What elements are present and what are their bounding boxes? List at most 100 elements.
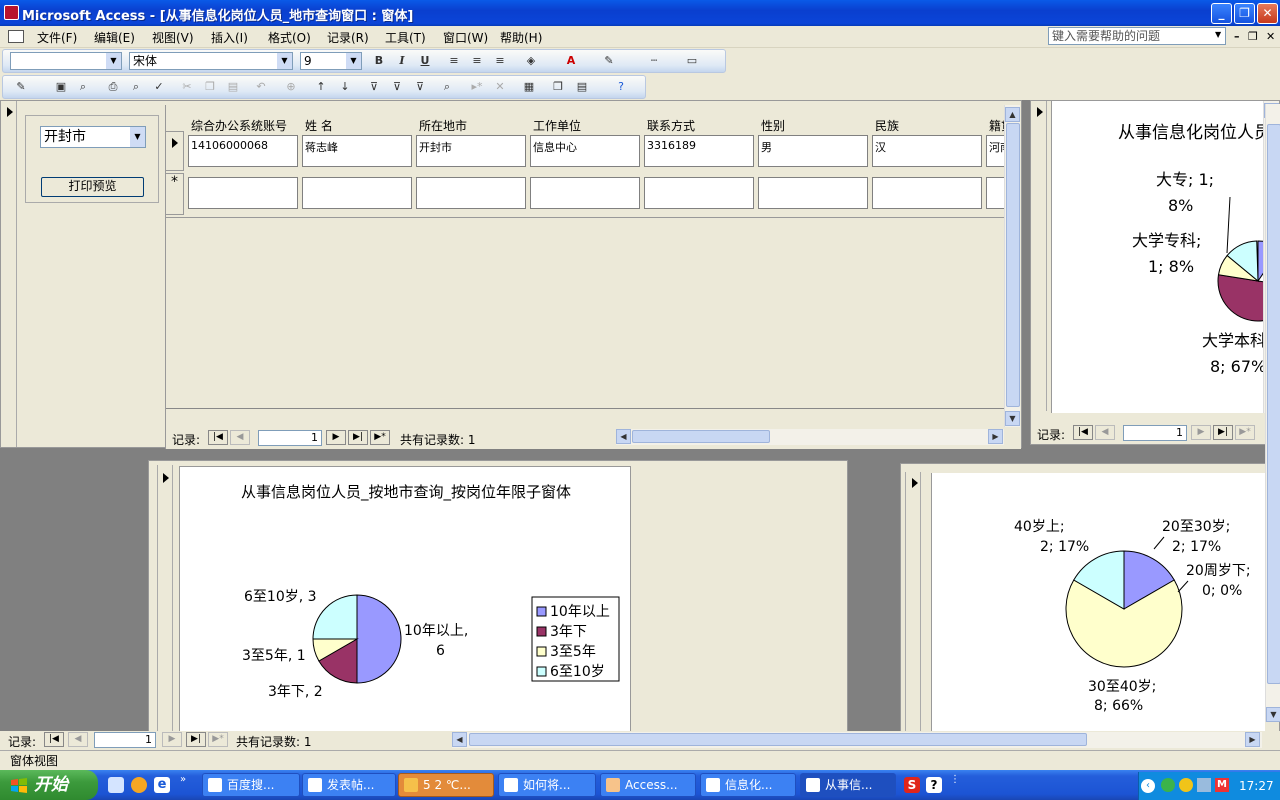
search-file-icon[interactable]: ⌕ [74, 78, 92, 96]
restore-button[interactable]: ❐ [1234, 3, 1255, 24]
align-left-icon[interactable]: ≡ [445, 52, 463, 70]
help-icon[interactable]: ? [612, 78, 630, 96]
ime-help-icon[interactable]: ? [926, 777, 942, 793]
sort-ascending-icon[interactable]: ↑ [312, 78, 330, 96]
cut-icon[interactable]: ✂ [178, 78, 196, 96]
new-row-selector[interactable]: * [166, 173, 184, 215]
sogou-ime-icon[interactable]: S [904, 777, 920, 793]
first-record-button[interactable]: |◀ [1073, 425, 1093, 440]
new-cell[interactable] [416, 177, 526, 209]
record-selector[interactable] [1031, 101, 1047, 411]
underline-button[interactable]: U [416, 52, 434, 70]
italic-button[interactable]: I [393, 52, 411, 70]
undo-icon[interactable]: ↶ [252, 78, 270, 96]
record-number-input[interactable]: 1 [1123, 425, 1187, 441]
scroll-down-icon[interactable]: ▼ [1005, 411, 1020, 426]
scroll-left-icon[interactable]: ◀ [452, 732, 467, 747]
ime-options-icon[interactable]: ⋮ [950, 774, 960, 785]
new-object-icon[interactable]: ▤ [573, 78, 591, 96]
hyperlink-icon[interactable]: ⊕ [282, 78, 300, 96]
save-icon[interactable]: ▣ [52, 78, 70, 96]
row-selector[interactable] [166, 131, 184, 171]
task-xinxihua[interactable]: 信息化... [700, 773, 796, 797]
align-right-icon[interactable]: ≡ [491, 52, 509, 70]
show-desktop-icon[interactable] [108, 777, 124, 793]
scroll-thumb[interactable] [469, 733, 1087, 746]
prev-record-button[interactable]: ◀ [68, 732, 88, 747]
form-control-icon[interactable] [8, 30, 24, 43]
mdi-restore-button[interactable]: ❐ [1248, 30, 1258, 43]
cell-unit[interactable]: 信息中心 [530, 135, 640, 167]
task-weather[interactable]: 5 2 ℃... [398, 773, 494, 797]
access-app-icon[interactable] [4, 5, 19, 20]
quicklaunch-expand-icon[interactable]: » [180, 774, 186, 785]
font-size-combo[interactable]: 9 ▼ [300, 52, 362, 70]
prev-record-button[interactable]: ◀ [230, 430, 250, 445]
cell-phone[interactable]: 3316189 [644, 135, 754, 167]
spelling-icon[interactable]: ✓ [150, 78, 168, 96]
scroll-up-icon[interactable]: ▲ [1005, 107, 1020, 122]
city-combo[interactable]: 开封市 ▼ [40, 126, 146, 148]
align-center-icon[interactable]: ≡ [468, 52, 486, 70]
last-record-button[interactable]: ▶| [186, 732, 206, 747]
cell-hometown[interactable]: 河南 [986, 135, 1006, 167]
tray-expand-icon[interactable]: ‹ [1141, 779, 1155, 793]
minimize-button[interactable]: _ [1211, 3, 1232, 24]
new-cell[interactable] [872, 177, 982, 209]
media-player-icon[interactable] [131, 777, 147, 793]
volume-icon[interactable] [1197, 778, 1211, 792]
help-dropdown-icon[interactable]: ▼ [1215, 30, 1221, 39]
right-vertical-scrollbar[interactable]: ▼ [1265, 104, 1280, 722]
bottom-horizontal-scrollbar[interactable]: ◀ ▶ [452, 732, 1262, 748]
filter-by-form-icon[interactable]: ⊽ [388, 78, 406, 96]
menu-insert[interactable]: 插入(I) [211, 29, 248, 46]
mdi-close-button[interactable]: ✕ [1266, 30, 1275, 43]
filter-by-selection-icon[interactable]: ⊽ [365, 78, 383, 96]
grid-horizontal-scrollbar[interactable]: ◀ ▶ [616, 429, 1004, 445]
paste-icon[interactable]: ▤ [224, 78, 242, 96]
new-record-button[interactable]: ▶* [1235, 425, 1255, 440]
last-record-button[interactable]: ▶| [348, 430, 368, 445]
record-number-input[interactable]: 1 [94, 732, 156, 748]
menu-edit[interactable]: 编辑(E) [94, 29, 135, 46]
font-name-combo[interactable]: 宋体 ▼ [129, 52, 293, 70]
menu-help[interactable]: 帮助(H) [500, 29, 542, 46]
font-color-icon[interactable]: A [562, 52, 580, 70]
properties-icon[interactable]: ▦ [520, 78, 538, 96]
close-button[interactable]: ✕ [1257, 3, 1278, 24]
menu-file[interactable]: 文件(F) [37, 29, 77, 46]
menu-format[interactable]: 格式(O) [268, 29, 311, 46]
fill-color-icon[interactable]: ◈ [522, 52, 540, 70]
copy-icon[interactable]: ❐ [201, 78, 219, 96]
scroll-right-icon[interactable]: ▶ [1245, 732, 1260, 747]
task-access[interactable]: Access... [600, 773, 696, 797]
cell-account[interactable]: 14106000068 [188, 135, 298, 167]
delete-record-icon[interactable]: ✕ [491, 78, 509, 96]
new-cell[interactable] [188, 177, 298, 209]
first-record-button[interactable]: |◀ [208, 430, 228, 445]
cell-gender[interactable]: 男 [758, 135, 868, 167]
next-record-button[interactable]: ▶ [326, 430, 346, 445]
border-style-icon[interactable]: ┄ [645, 52, 663, 70]
grid-vertical-scrollbar[interactable]: ▲ ▼ [1004, 105, 1020, 427]
record-number-input[interactable]: 1 [258, 430, 322, 446]
new-record-button[interactable]: ▶* [370, 430, 390, 445]
scroll-right-icon[interactable]: ▶ [988, 429, 1003, 444]
view-mode-icon[interactable]: ✎ [12, 78, 30, 96]
scroll-left-icon[interactable]: ◀ [616, 429, 631, 444]
menu-tools[interactable]: 工具(T) [385, 29, 426, 46]
new-cell[interactable] [530, 177, 640, 209]
mail-icon[interactable]: M [1215, 778, 1229, 792]
new-cell[interactable] [302, 177, 412, 209]
record-selector[interactable] [157, 465, 173, 733]
cell-city[interactable]: 开封市 [416, 135, 526, 167]
mdi-minimize-button[interactable]: – [1234, 30, 1240, 43]
new-record-button[interactable]: ▶* [208, 732, 228, 747]
new-cell[interactable] [758, 177, 868, 209]
prev-record-button[interactable]: ◀ [1095, 425, 1115, 440]
database-window-icon[interactable]: ❐ [549, 78, 567, 96]
new-record-icon[interactable]: ▸* [468, 78, 486, 96]
task-congshi[interactable]: 从事信... [800, 773, 896, 797]
menu-records[interactable]: 记录(R) [327, 29, 369, 46]
bold-button[interactable]: B [370, 52, 388, 70]
